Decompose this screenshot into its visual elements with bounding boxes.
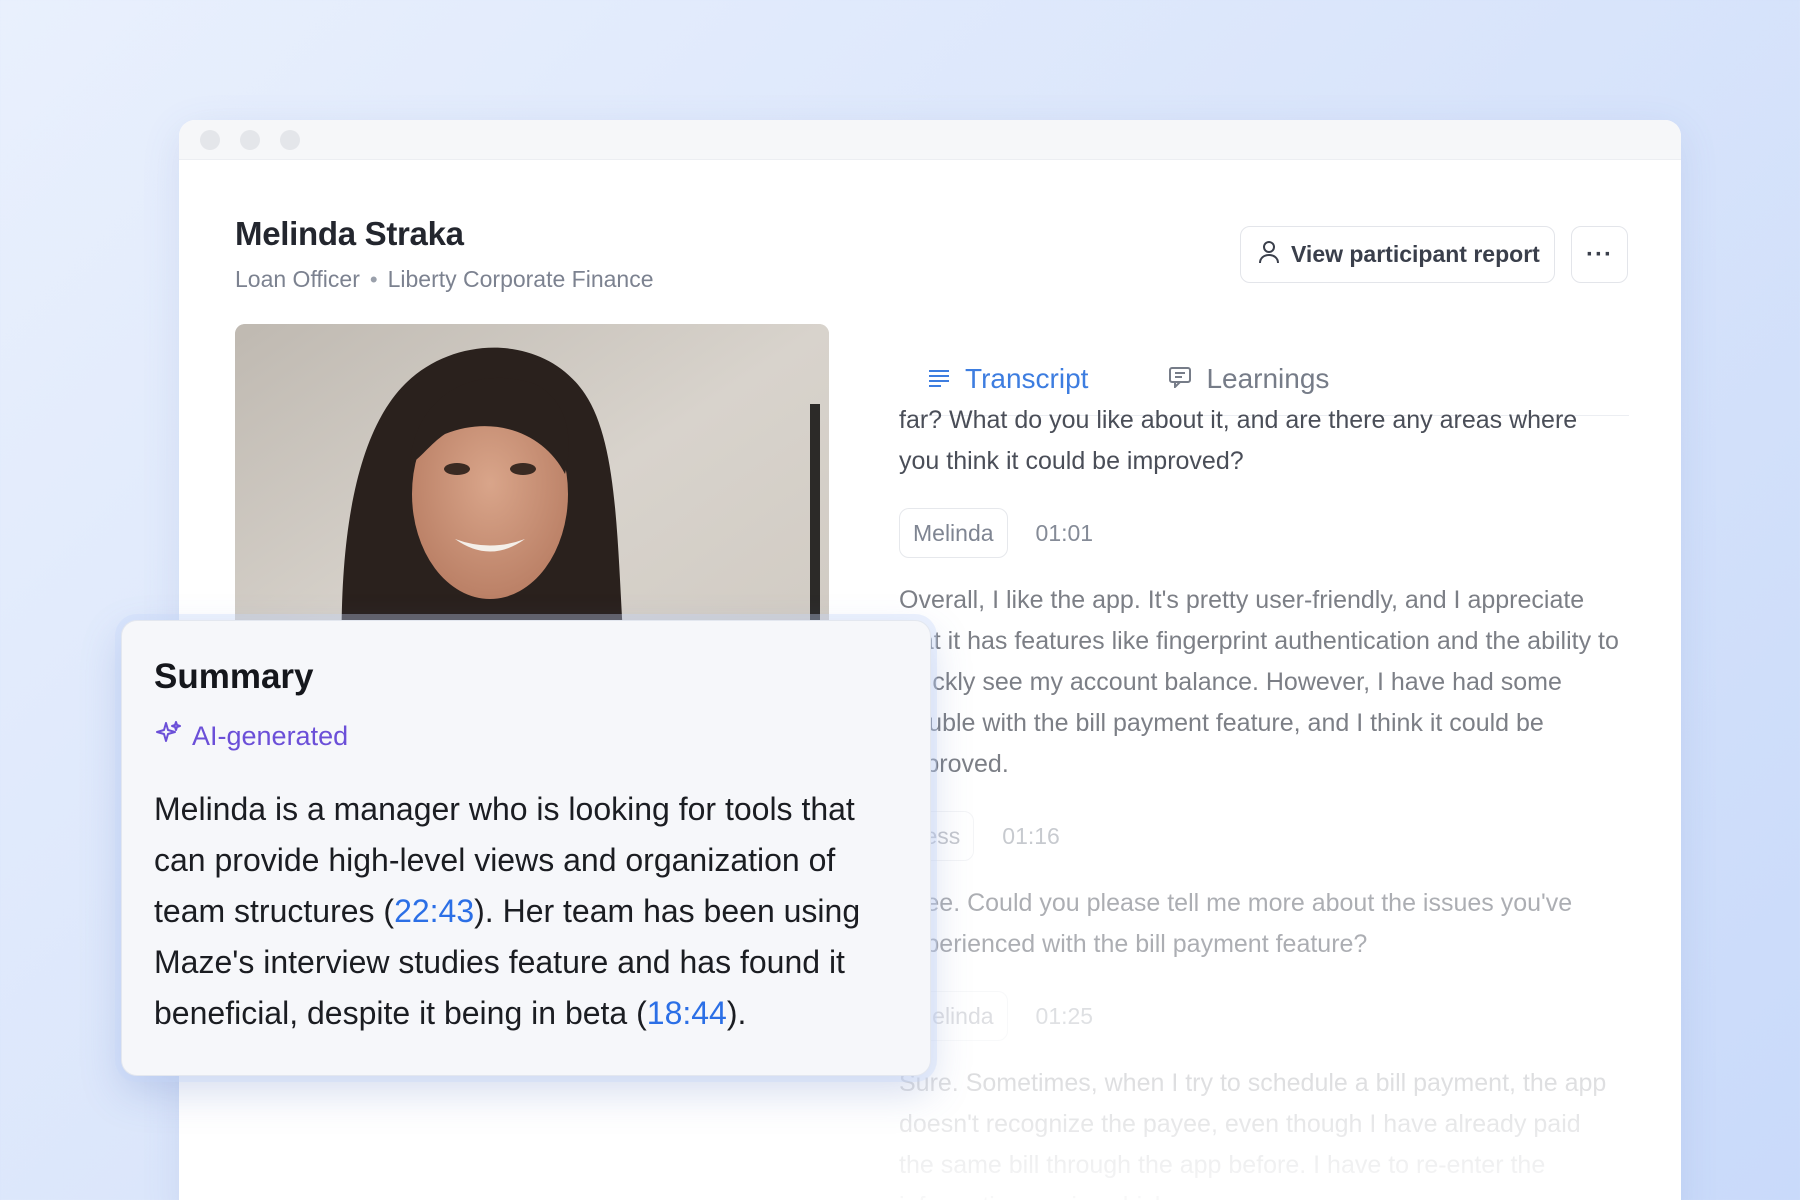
speaker-chip[interactable]: Melinda xyxy=(899,508,1008,558)
chat-bubble-icon xyxy=(1168,363,1192,395)
tab-learnings-label: Learnings xyxy=(1206,362,1330,394)
user-icon xyxy=(1257,239,1281,271)
participant-company: Liberty Corporate Finance xyxy=(387,266,654,292)
participant-role: Loan Officer xyxy=(235,266,360,292)
entry-timestamp[interactable]: 01:25 xyxy=(1036,996,1094,1037)
window-maximize-dot[interactable] xyxy=(280,129,300,150)
transcript-intro-text: far? What do you like about it, and are … xyxy=(899,406,1578,475)
participant-name: Melinda Straka xyxy=(235,215,464,252)
speaker-row: Melinda 01:25 xyxy=(899,991,1619,1041)
transcript-entry: Jess 01:16 I see. Could you please tell … xyxy=(899,811,1619,965)
summary-card: Summary AI-generated Melinda is a manage… xyxy=(121,620,931,1076)
speaker-row: Jess 01:16 xyxy=(899,811,1619,861)
window-minimize-dot[interactable] xyxy=(240,129,260,150)
entry-text: Overall, I like the app. It's pretty use… xyxy=(899,586,1619,778)
window-titlebar xyxy=(179,120,1681,160)
entry-text: I see. Could you please tell me more abo… xyxy=(899,889,1573,958)
ai-generated-badge: AI-generated xyxy=(154,719,898,754)
timestamp-link[interactable]: 18:44 xyxy=(647,995,727,1031)
timestamp-link[interactable]: 22:43 xyxy=(394,893,474,929)
view-participant-report-label: View participant report xyxy=(1291,241,1540,267)
meta-separator: • xyxy=(369,266,378,292)
transcript-panel: far? What do you like about it, and are … xyxy=(899,400,1619,1200)
view-participant-report-button[interactable]: View participant report xyxy=(1240,226,1555,283)
transcript-entry: Melinda 01:01 Overall, I like the app. I… xyxy=(899,508,1619,785)
more-options-button[interactable]: ··· xyxy=(1571,226,1628,283)
summary-text: Melinda is a manager who is looking for … xyxy=(154,784,898,1039)
window-close-dot[interactable] xyxy=(200,129,220,150)
ai-generated-label: AI-generated xyxy=(192,721,349,751)
transcript-entry: Melinda 01:25 Sure. Sometimes, when I tr… xyxy=(899,991,1619,1200)
more-dots-icon: ··· xyxy=(1586,240,1613,268)
tab-transcript-label: Transcript xyxy=(965,362,1089,394)
summary-text-part: ). xyxy=(726,995,747,1031)
transcript-lines-icon xyxy=(927,363,951,395)
summary-title: Summary xyxy=(154,657,314,696)
participant-meta: Loan Officer • Liberty Corporate Finance xyxy=(235,266,654,293)
entry-text: Sure. Sometimes, when I try to schedule … xyxy=(899,1069,1607,1200)
sparkle-icon xyxy=(154,719,182,754)
entry-timestamp[interactable]: 01:01 xyxy=(1036,513,1094,554)
transcript-intro: far? What do you like about it, and are … xyxy=(899,400,1619,482)
speaker-row: Melinda 01:01 xyxy=(899,508,1619,558)
entry-timestamp[interactable]: 01:16 xyxy=(1002,816,1060,857)
